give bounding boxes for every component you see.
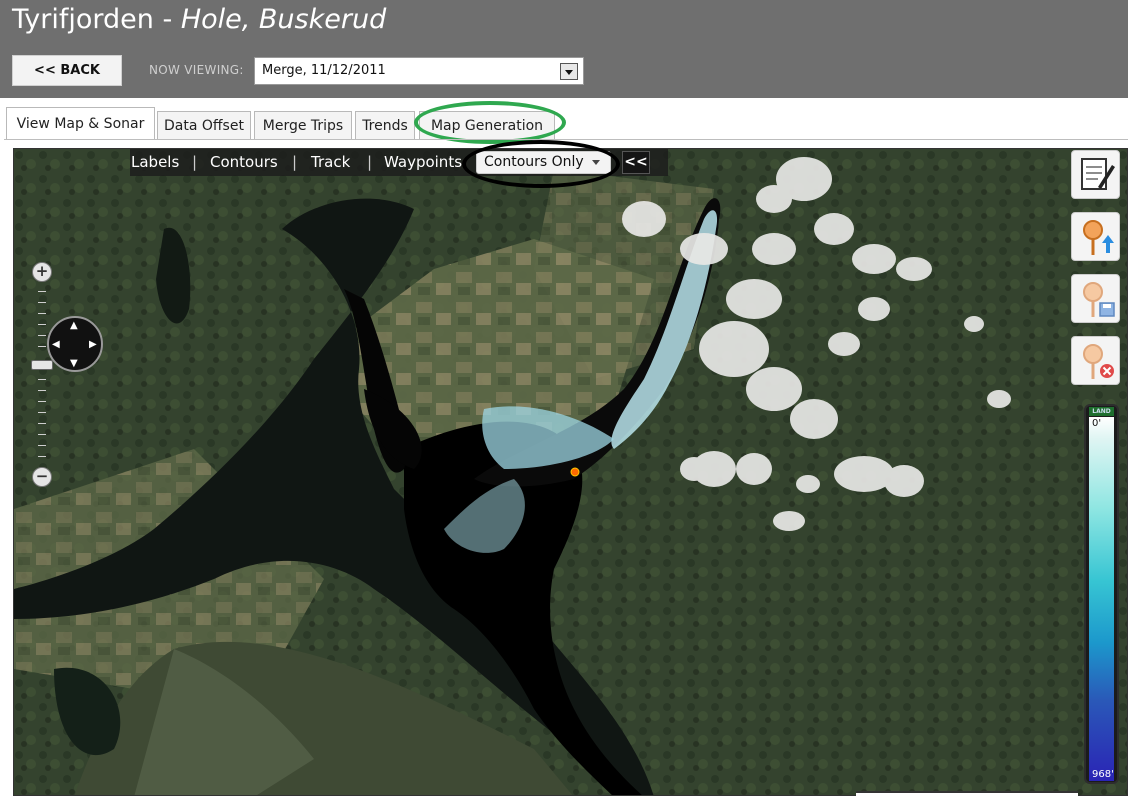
zoom-tick <box>38 291 46 292</box>
zoom-tick <box>38 379 46 380</box>
zoom-tick <box>38 302 46 303</box>
depth-legend: LAND 0' 968' <box>1084 404 1119 784</box>
now-viewing-value: Merge, 11/12/2011 <box>262 63 386 78</box>
pan-right-icon[interactable]: ▶ <box>89 339 97 350</box>
legend-land-label: LAND <box>1089 407 1114 416</box>
collapse-toolbar-button[interactable]: << <box>622 151 650 174</box>
now-viewing-select[interactable]: Merge, 11/12/2011 <box>254 57 584 85</box>
tab-merge-trips[interactable]: Merge Trips <box>254 111 352 139</box>
zoom-tick <box>38 401 46 402</box>
legend-min-depth: 0' <box>1092 418 1102 429</box>
toolbar-separator: | <box>192 153 198 171</box>
back-button[interactable]: << BACK <box>12 55 122 86</box>
notepad-edit-icon[interactable] <box>1071 150 1120 199</box>
page-title: Tyrifjorden - Hole, Buskerud <box>12 3 386 37</box>
layer-toggle-track[interactable]: Track <box>311 153 350 171</box>
zoom-tick <box>38 335 46 336</box>
pan-left-icon[interactable]: ◀ <box>52 339 60 350</box>
title-separator: - <box>153 4 181 35</box>
legend-max-depth: 968' <box>1092 769 1114 780</box>
chevron-down-icon[interactable] <box>560 63 578 80</box>
highlight-circle-green <box>414 101 566 144</box>
waypoint-save-icon[interactable] <box>1071 274 1120 323</box>
zoom-tick <box>38 390 46 391</box>
pan-control-icon[interactable]: ▲ ▼ ◀ ▶ <box>47 316 103 372</box>
layer-toggle-contours[interactable]: Contours <box>210 153 278 171</box>
tab-divider <box>4 139 1128 140</box>
zoom-in-icon[interactable]: + <box>32 262 52 282</box>
zoom-tick <box>38 313 46 314</box>
zoom-tick <box>38 346 46 347</box>
pan-down-icon[interactable]: ▼ <box>70 358 78 369</box>
notepad-edit-graphic <box>1081 158 1115 190</box>
tab-view-map-sonar[interactable]: View Map & Sonar <box>6 107 155 140</box>
tab-trends[interactable]: Trends <box>355 111 415 139</box>
header-bar: Tyrifjorden - Hole, Buskerud << BACK NOW… <box>0 0 1128 98</box>
waypoint-upload-icon[interactable] <box>1071 212 1120 261</box>
bottom-panel-edge <box>856 791 1078 798</box>
lake-name: Tyrifjorden <box>12 4 154 35</box>
zoom-out-icon[interactable]: − <box>32 467 52 487</box>
layer-toggle-waypoints[interactable]: Waypoints <box>384 153 462 171</box>
zoom-tick <box>38 324 46 325</box>
waypoint-save-graphic <box>1083 282 1115 317</box>
waypoint-delete-icon[interactable] <box>1071 336 1120 385</box>
toolbar-separator: | <box>292 153 298 171</box>
zoom-tick <box>38 456 46 457</box>
layer-toggle-labels[interactable]: Labels <box>131 153 179 171</box>
satellite-map-image <box>14 149 1127 795</box>
depth-gradient-bar <box>1089 417 1114 781</box>
highlight-circle-black <box>462 140 620 188</box>
zoom-tick <box>38 445 46 446</box>
zoom-tick <box>38 434 46 435</box>
now-viewing-label: NOW VIEWING: <box>149 63 244 77</box>
zoom-slider-handle[interactable] <box>31 360 53 370</box>
pan-up-icon[interactable]: ▲ <box>70 320 78 331</box>
waypoint-delete-graphic <box>1083 344 1114 379</box>
zoom-tick <box>38 423 46 424</box>
lake-location: Hole, Buskerud <box>180 4 387 35</box>
toolbar-separator: | <box>367 153 373 171</box>
tab-data-offset[interactable]: Data Offset <box>157 111 251 139</box>
waypoint-upload-graphic <box>1083 220 1114 255</box>
zoom-tick <box>38 412 46 413</box>
map-view[interactable]: Labels | Contours | Track | Waypoints ▲ … <box>13 148 1128 796</box>
